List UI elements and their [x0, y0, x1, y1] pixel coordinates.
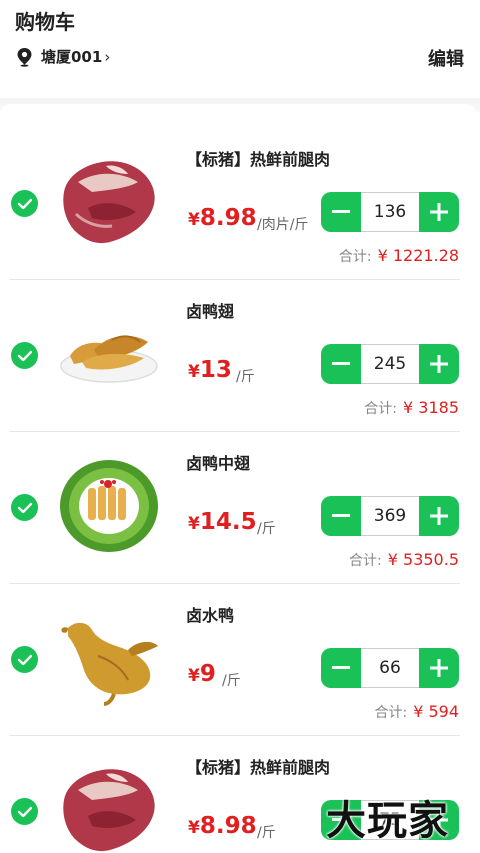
decrease-button[interactable]	[321, 344, 361, 384]
item-total: 合计: ¥ 5350.5	[349, 550, 459, 570]
decrease-button[interactable]	[321, 648, 361, 688]
cart-item: 卤鸭翅 ¥13 /斤 245 合计: ¥ 3185	[0, 280, 476, 432]
minus-icon	[332, 362, 350, 365]
checkmark-icon	[17, 350, 32, 361]
edit-button[interactable]: 编辑	[428, 45, 464, 71]
quantity-input[interactable]: 369	[361, 496, 419, 536]
select-checkbox[interactable]	[11, 646, 38, 673]
price-value: 8.98	[199, 205, 257, 231]
total-label: 合计:	[349, 553, 382, 569]
chevron-right-icon: ›	[104, 47, 111, 66]
price-unit: /斤	[257, 825, 276, 841]
total-value: ¥ 5350.5	[387, 550, 459, 569]
location-pin-icon	[17, 47, 32, 67]
product-price: ¥13	[188, 357, 232, 383]
total-value: ¥ 594	[413, 702, 459, 721]
plus-icon	[430, 507, 448, 525]
page-title: 购物车	[15, 10, 75, 34]
quantity-input[interactable]: 66	[361, 648, 419, 688]
watermark: 大玩家	[326, 798, 449, 844]
increase-button[interactable]	[419, 344, 459, 384]
header: 购物车 塘厦001 › 编辑	[0, 0, 480, 100]
quantity-stepper: 66	[321, 648, 459, 688]
quantity-stepper: 245	[321, 344, 459, 384]
price-value: 14.5	[199, 509, 257, 535]
decrease-button[interactable]	[321, 192, 361, 232]
pork-leg-image	[63, 161, 155, 244]
decrease-button[interactable]	[321, 496, 361, 536]
price-unit: /斤	[236, 369, 255, 385]
checkmark-icon	[17, 198, 32, 209]
price-value: 8.98	[199, 813, 257, 839]
total-value: ¥ 1221.28	[377, 246, 459, 265]
currency-symbol: ¥	[188, 818, 200, 838]
product-price: ¥8.98	[188, 813, 257, 839]
cart-item: 【标猪】热鲜前腿肉 ¥8.98 /肉片/斤 136 合计: ¥ 1221.28	[0, 128, 476, 280]
quantity-stepper: 136	[321, 192, 459, 232]
item-total: 合计: ¥ 594	[374, 702, 459, 722]
checkmark-icon	[17, 806, 32, 817]
cart-list: 【标猪】热鲜前腿肉 ¥8.98 /肉片/斤 136 合计: ¥ 1221.28 卤…	[0, 104, 476, 853]
currency-symbol: ¥	[188, 362, 200, 382]
price-value: 9	[199, 661, 216, 687]
quantity-stepper: 369	[321, 496, 459, 536]
product-name: 【标猪】热鲜前腿肉	[186, 758, 331, 777]
product-name: 卤水鸭	[186, 606, 235, 625]
braised-duck-image	[61, 622, 158, 706]
product-price: ¥8.98	[188, 205, 257, 231]
product-price: ¥9	[188, 661, 216, 687]
total-label: 合计:	[338, 249, 372, 265]
select-checkbox[interactable]	[11, 190, 38, 217]
increase-button[interactable]	[419, 192, 459, 232]
select-checkbox[interactable]	[11, 494, 38, 521]
currency-symbol: ¥	[188, 514, 200, 534]
cart-item: 卤水鸭 ¥9 /斤 66 合计: ¥ 594	[0, 584, 476, 736]
product-name: 卤鸭中翅	[186, 454, 251, 473]
select-checkbox[interactable]	[11, 342, 38, 369]
currency-symbol: ¥	[188, 666, 200, 686]
increase-button[interactable]	[419, 496, 459, 536]
checkmark-icon	[17, 502, 32, 513]
currency-symbol: ¥	[188, 210, 200, 230]
price-value: 13	[199, 357, 232, 383]
quantity-input[interactable]: 136	[361, 192, 419, 232]
minus-icon	[332, 666, 350, 669]
select-checkbox[interactable]	[11, 798, 38, 825]
quantity-input[interactable]: 245	[361, 344, 419, 384]
duck-mid-wings-image	[60, 460, 158, 552]
increase-button[interactable]	[419, 648, 459, 688]
total-label: 合计:	[364, 401, 398, 417]
price-unit: /斤	[257, 521, 276, 537]
plus-icon	[430, 659, 448, 677]
minus-icon	[332, 210, 350, 213]
price-unit: /斤	[222, 673, 241, 689]
product-name: 卤鸭翅	[186, 302, 235, 321]
minus-icon	[332, 514, 350, 517]
pork-leg-image	[63, 769, 155, 852]
location-label: 塘厦001	[41, 48, 103, 66]
plus-icon	[430, 203, 448, 221]
price-unit: /肉片/斤	[257, 217, 309, 233]
plus-icon	[430, 355, 448, 373]
cart-item: 卤鸭中翅 ¥14.5 /斤 369 合计: ¥ 5350.5	[0, 432, 476, 584]
location-selector[interactable]: 塘厦001 ›	[16, 46, 110, 67]
product-name: 【标猪】热鲜前腿肉	[186, 150, 331, 169]
total-value: ¥ 3185	[403, 398, 459, 417]
duck-wings-image	[60, 335, 158, 383]
checkmark-icon	[17, 654, 32, 665]
product-price: ¥14.5	[188, 509, 257, 535]
item-total: 合计: ¥ 3185	[364, 398, 459, 418]
item-total: 合计: ¥ 1221.28	[339, 246, 459, 266]
total-label: 合计:	[374, 705, 408, 721]
